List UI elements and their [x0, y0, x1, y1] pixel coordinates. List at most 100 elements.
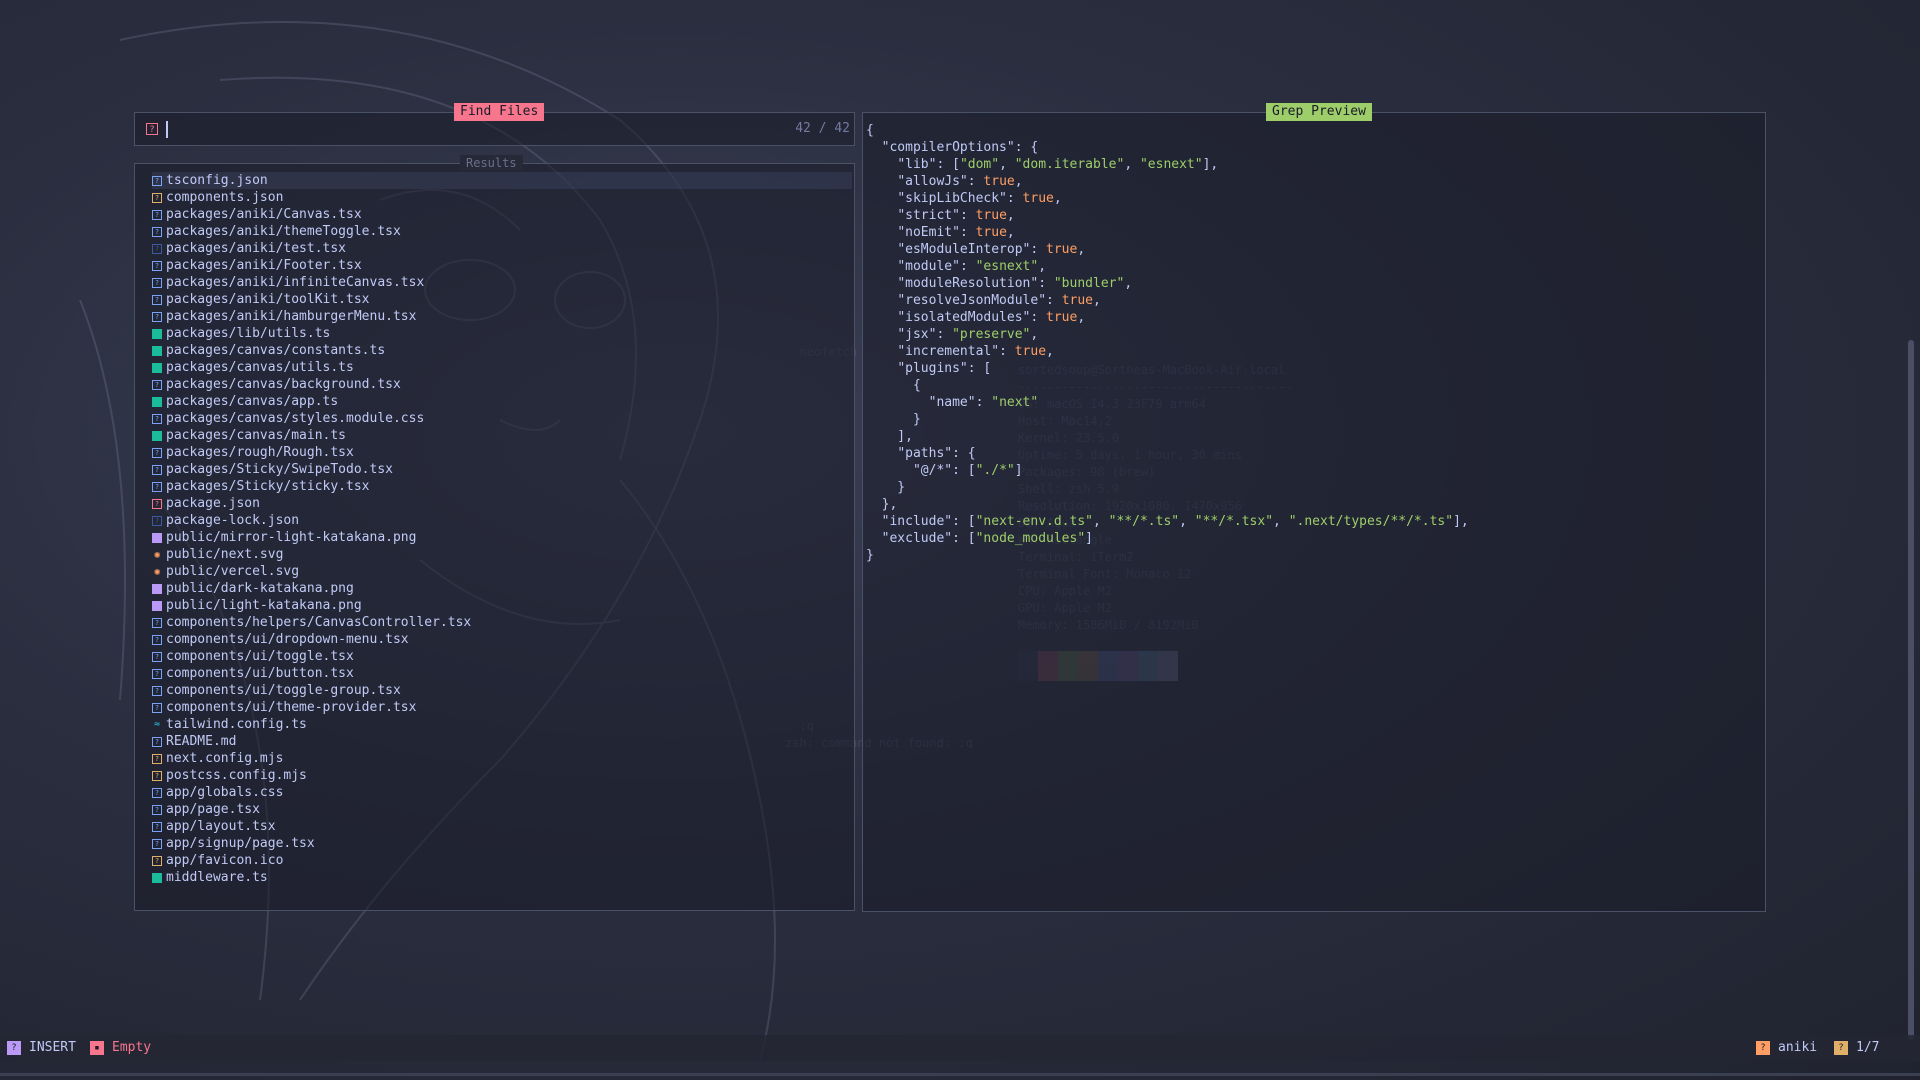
result-row[interactable]: ? README.md [152, 733, 852, 750]
file-type-icon [152, 600, 162, 611]
result-row[interactable]: ? packages/aniki/Canvas.tsx [152, 206, 852, 223]
code-line: "moduleResolution": "bundler", [866, 275, 1469, 292]
result-row[interactable]: packages/canvas/main.ts [152, 427, 852, 444]
result-row[interactable]: ? components/helpers/CanvasController.tsx [152, 614, 852, 631]
result-row[interactable]: ? components/ui/theme-provider.tsx [152, 699, 852, 716]
code-token: "incremental" [897, 344, 1000, 359]
result-row[interactable]: ? next.config.mjs [152, 750, 852, 767]
result-row[interactable]: ? packages/aniki/Footer.tsx [152, 257, 852, 274]
code-token: "allowJs" [897, 174, 968, 189]
result-row[interactable]: ? packages/aniki/hamburgerMenu.tsx [152, 308, 852, 325]
result-row[interactable]: ? packages/canvas/styles.module.css [152, 410, 852, 427]
result-filename: packages/Sticky/SwipeTodo.tsx [166, 462, 393, 477]
result-filename: package-lock.json [166, 513, 300, 528]
result-filename: packages/canvas/background.tsx [166, 377, 401, 392]
code-token: , [1077, 310, 1086, 325]
code-token: , [1006, 225, 1015, 240]
result-filename: package.json [166, 496, 260, 511]
result-row[interactable]: ? package.json [152, 495, 852, 512]
window-scrollbar[interactable] [1908, 340, 1914, 1040]
code-token: : [ [936, 157, 960, 172]
file-list: ? tsconfig.json? components.json? packages/… [152, 172, 852, 886]
code-token: : { [1014, 140, 1039, 155]
result-filename: packages/aniki/Canvas.tsx [166, 207, 362, 222]
result-row[interactable]: packages/canvas/utils.ts [152, 359, 852, 376]
result-row[interactable]: ? app/layout.tsx [152, 818, 852, 835]
result-row[interactable]: ? tsconfig.json [152, 172, 852, 189]
result-filename: app/globals.css [166, 785, 284, 800]
result-row[interactable]: ? components/ui/toggle-group.tsx [152, 682, 852, 699]
code-token: "esModuleInterop" [897, 242, 1031, 257]
result-row[interactable]: ? app/globals.css [152, 784, 852, 801]
result-filename: components/ui/dropdown-menu.tsx [166, 632, 409, 647]
code-token: "moduleResolution" [897, 276, 1039, 291]
folder-icon: ? [1756, 1041, 1770, 1055]
code-token: } [866, 480, 906, 495]
result-row[interactable]: ≈ tailwind.config.ts [152, 716, 852, 733]
code-token: true [983, 174, 1015, 189]
code-token: "exclude" [881, 531, 953, 546]
code-token: "compilerOptions" [881, 140, 1015, 155]
result-row[interactable]: ? app/signup/page.tsx [152, 835, 852, 852]
result-row[interactable]: public/light-katakana.png [152, 597, 852, 614]
result-row[interactable]: ? components.json [152, 189, 852, 206]
result-row[interactable]: ? packages/aniki/themeToggle.tsx [152, 223, 852, 240]
result-row[interactable]: ? packages/Sticky/sticky.tsx [152, 478, 852, 495]
result-row[interactable]: ? app/page.tsx [152, 801, 852, 818]
result-row[interactable]: ? components/ui/dropdown-menu.tsx [152, 631, 852, 648]
result-filename: packages/aniki/Footer.tsx [166, 258, 362, 273]
result-row[interactable]: packages/canvas/constants.ts [152, 342, 852, 359]
result-row[interactable]: ? postcss.config.mjs [152, 767, 852, 784]
result-row[interactable]: packages/lib/utils.ts [152, 325, 852, 342]
question-mark-icon: ? [146, 123, 158, 135]
result-row[interactable]: ? packages/aniki/infiniteCanvas.tsx [152, 274, 852, 291]
code-token: "resolveJsonModule" [897, 293, 1047, 308]
result-row[interactable]: ? components/ui/toggle.tsx [152, 648, 852, 665]
result-row[interactable]: ? packages/aniki/test.tsx [152, 240, 852, 257]
code-token: , [1124, 276, 1133, 291]
result-filename: public/next.svg [166, 547, 284, 562]
result-row[interactable]: packages/canvas/app.ts [152, 393, 852, 410]
file-type-icon: ? [152, 498, 162, 509]
code-token: "jsx" [897, 327, 937, 342]
code-line: "name": "next" [866, 394, 1469, 411]
results-panel[interactable]: Results ? tsconfig.json? components.json? p… [134, 155, 855, 911]
result-row[interactable]: ✺ public/next.svg [152, 546, 852, 563]
code-token: "module" [897, 259, 960, 274]
code-token: , [1093, 293, 1101, 308]
file-type-icon [152, 362, 162, 373]
result-row[interactable]: ? packages/aniki/toolKit.tsx [152, 291, 852, 308]
result-row[interactable]: middleware.ts [152, 869, 852, 886]
code-token: "paths" [897, 446, 953, 461]
result-row[interactable]: ? packages/rough/Rough.tsx [152, 444, 852, 461]
result-row[interactable]: ? app/favicon.ico [152, 852, 852, 869]
code-line: "compilerOptions": { [866, 139, 1469, 156]
result-filename: public/light-katakana.png [166, 598, 362, 613]
position-label: 1/7 [1856, 1040, 1880, 1055]
result-row[interactable]: ? components/ui/button.tsx [152, 665, 852, 682]
result-row[interactable]: ? package-lock.json [152, 512, 852, 529]
statusline: ? INSERT ▪ Empty ? aniki ? 1/7 [0, 1035, 1920, 1061]
result-filename: packages/canvas/constants.ts [166, 343, 386, 358]
code-token: } [866, 548, 874, 563]
file-type-icon: ? [152, 651, 162, 662]
result-row[interactable]: ? packages/canvas/background.tsx [152, 376, 852, 393]
result-row[interactable]: ? packages/Sticky/SwipeTodo.tsx [152, 461, 852, 478]
code-token: "lib" [897, 157, 937, 172]
find-files-prompt[interactable]: Find Files ? 42 / 42 [134, 103, 855, 146]
code-line: "incremental": true, [866, 343, 1469, 360]
result-row[interactable]: ✺ public/vercel.svg [152, 563, 852, 580]
result-filename: packages/rough/Rough.tsx [166, 445, 354, 460]
result-row[interactable]: public/dark-katakana.png [152, 580, 852, 597]
code-line: "skipLibCheck": true, [866, 190, 1469, 207]
code-line: "lib": ["dom", "dom.iterable", "esnext"]… [866, 156, 1469, 173]
result-row[interactable]: public/mirror-light-katakana.png [152, 529, 852, 546]
result-filename: next.config.mjs [166, 751, 284, 766]
